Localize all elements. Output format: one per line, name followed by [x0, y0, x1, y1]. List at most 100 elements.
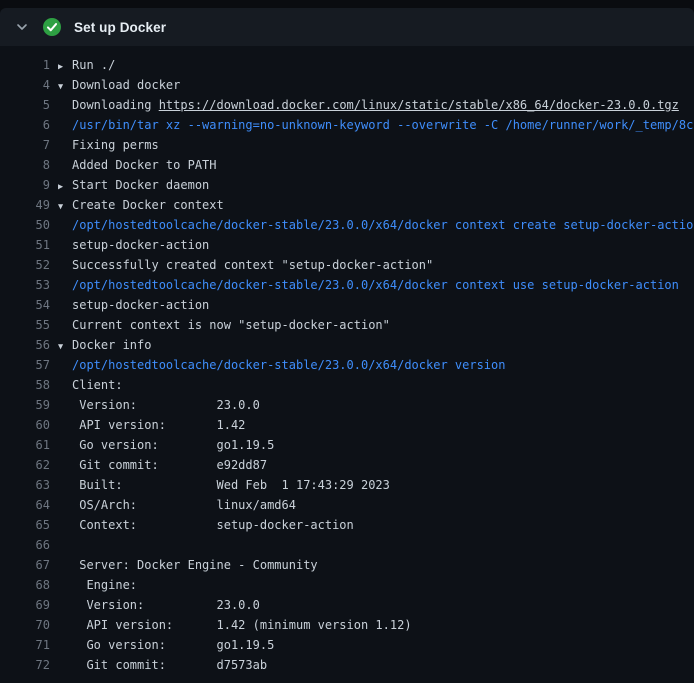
- line-number[interactable]: 65: [0, 515, 58, 535]
- line-number[interactable]: 1: [0, 55, 58, 75]
- line-number[interactable]: 69: [0, 595, 58, 615]
- log-line: 65 Context: setup-docker-action: [0, 515, 694, 535]
- line-number[interactable]: 62: [0, 455, 58, 475]
- line-number[interactable]: 61: [0, 435, 58, 455]
- line-content: Engine:: [58, 575, 694, 595]
- log-line: 59 Version: 23.0.0: [0, 395, 694, 415]
- line-content: Fixing perms: [58, 135, 694, 155]
- log-text: setup-docker-action: [72, 238, 209, 252]
- line-number[interactable]: 56: [0, 335, 58, 355]
- log-text: API version: 1.42 (minimum version 1.12): [72, 618, 412, 632]
- collapse-group-icon[interactable]: ▼: [58, 337, 72, 355]
- line-content: /opt/hostedtoolcache/docker-stable/23.0.…: [58, 355, 694, 375]
- log-line: 72 Git commit: d7573ab: [0, 655, 694, 675]
- log-text: Fixing perms: [72, 138, 159, 152]
- line-number[interactable]: 70: [0, 615, 58, 635]
- line-content: Current context is now "setup-docker-act…: [58, 315, 694, 335]
- log-text: Download docker: [72, 78, 180, 92]
- expand-group-icon[interactable]: ▶: [58, 177, 72, 195]
- line-number[interactable]: 4: [0, 75, 58, 95]
- log-text: Added Docker to PATH: [72, 158, 217, 172]
- line-number[interactable]: 67: [0, 555, 58, 575]
- log-text: Git commit: e92dd87: [72, 458, 267, 472]
- line-number[interactable]: 54: [0, 295, 58, 315]
- line-number[interactable]: 64: [0, 495, 58, 515]
- line-number[interactable]: 8: [0, 155, 58, 175]
- line-number[interactable]: 59: [0, 395, 58, 415]
- line-number[interactable]: 6: [0, 115, 58, 135]
- line-number[interactable]: 49: [0, 195, 58, 215]
- log-line: 53/opt/hostedtoolcache/docker-stable/23.…: [0, 275, 694, 295]
- log-command-text: /opt/hostedtoolcache/docker-stable/23.0.…: [72, 278, 679, 292]
- log-text: Context: setup-docker-action: [72, 518, 354, 532]
- expand-group-icon[interactable]: ▶: [58, 57, 72, 75]
- log-text: Create Docker context: [72, 198, 224, 212]
- log-line: 5Downloading https://download.docker.com…: [0, 95, 694, 115]
- line-number[interactable]: 57: [0, 355, 58, 375]
- log-text: Engine:: [72, 578, 137, 592]
- collapse-group-icon[interactable]: ▼: [58, 197, 72, 215]
- line-content: Built: Wed Feb 1 17:43:29 2023: [58, 475, 694, 495]
- log-command-text: /opt/hostedtoolcache/docker-stable/23.0.…: [72, 218, 694, 232]
- line-number[interactable]: 50: [0, 215, 58, 235]
- log-text: API version: 1.42: [72, 418, 245, 432]
- line-number[interactable]: 71: [0, 635, 58, 655]
- line-number[interactable]: 72: [0, 655, 58, 675]
- log-line: 4▼Download docker: [0, 75, 694, 95]
- line-content: [58, 535, 694, 555]
- log-line: 67 Server: Docker Engine - Community: [0, 555, 694, 575]
- line-content: Client:: [58, 375, 694, 395]
- log-command-text: /usr/bin/tar xz --warning=no-unknown-key…: [72, 118, 694, 132]
- line-number[interactable]: 60: [0, 415, 58, 435]
- log-text: Client:: [72, 378, 123, 392]
- collapse-group-icon[interactable]: ▼: [58, 77, 72, 95]
- line-number[interactable]: 51: [0, 235, 58, 255]
- log-line: 52 Successfully created context "setup-do…: [0, 255, 694, 275]
- line-content: Git commit: e92dd87: [58, 455, 694, 475]
- step-card: Set up Docker 1▶Run ./4▼Download docker5…: [0, 8, 694, 683]
- line-number[interactable]: 5: [0, 95, 58, 115]
- log-line: 63 Built: Wed Feb 1 17:43:29 2023: [0, 475, 694, 495]
- chevron-down-icon[interactable]: [15, 20, 29, 34]
- line-number[interactable]: 63: [0, 475, 58, 495]
- log-line: 54 setup-docker-action: [0, 295, 694, 315]
- log-line: 55 Current context is now "setup-docker-a…: [0, 315, 694, 335]
- line-number[interactable]: 53: [0, 275, 58, 295]
- line-number[interactable]: 9: [0, 175, 58, 195]
- line-content: Downloading https://download.docker.com/…: [58, 95, 694, 115]
- log-line: 56▼Docker info: [0, 335, 694, 355]
- log-text: Current context is now "setup-docker-act…: [72, 318, 390, 332]
- log-text: Start Docker daemon: [72, 178, 209, 192]
- line-number[interactable]: 68: [0, 575, 58, 595]
- line-number[interactable]: 55: [0, 315, 58, 335]
- log-line: 64 OS/Arch: linux/amd64: [0, 495, 694, 515]
- log-line: 57/opt/hostedtoolcache/docker-stable/23.…: [0, 355, 694, 375]
- line-content: Go version: go1.19.5: [58, 635, 694, 655]
- line-content: /usr/bin/tar xz --warning=no-unknown-key…: [58, 115, 694, 135]
- log-text: Go version: go1.19.5: [72, 438, 274, 452]
- log-line: 71 Go version: go1.19.5: [0, 635, 694, 655]
- log-text: Successfully created context "setup-dock…: [72, 258, 433, 272]
- log-line: 70 API version: 1.42 (minimum version 1.…: [0, 615, 694, 635]
- status-success-icon: [42, 17, 62, 37]
- log-line: 62 Git commit: e92dd87: [0, 455, 694, 475]
- line-content: Git commit: d7573ab: [58, 655, 694, 675]
- line-content: Context: setup-docker-action: [58, 515, 694, 535]
- line-number[interactable]: 7: [0, 135, 58, 155]
- log-text: OS/Arch: linux/amd64: [72, 498, 296, 512]
- line-content: /opt/hostedtoolcache/docker-stable/23.0.…: [58, 215, 694, 235]
- line-content: Version: 23.0.0: [58, 595, 694, 615]
- log-line: 49▼Create Docker context: [0, 195, 694, 215]
- line-number[interactable]: 58: [0, 375, 58, 395]
- line-number[interactable]: 66: [0, 535, 58, 555]
- log-line: 58 Client:: [0, 375, 694, 395]
- line-content: Server: Docker Engine - Community: [58, 555, 694, 575]
- line-number[interactable]: 52: [0, 255, 58, 275]
- log-link[interactable]: https://download.docker.com/linux/static…: [159, 98, 679, 112]
- log-line: 68 Engine:: [0, 575, 694, 595]
- line-content: Successfully created context "setup-dock…: [58, 255, 694, 275]
- log-command-text: /opt/hostedtoolcache/docker-stable/23.0.…: [72, 358, 505, 372]
- step-header[interactable]: Set up Docker: [0, 8, 694, 46]
- log-text: setup-docker-action: [72, 298, 209, 312]
- step-title: Set up Docker: [74, 20, 166, 35]
